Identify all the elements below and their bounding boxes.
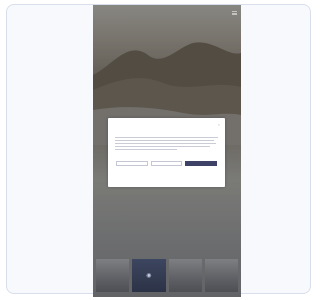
play-icon: ◉ [146,272,152,279]
thumbnail-card[interactable]: ◉ [132,259,166,292]
thumbnail-card[interactable] [204,259,238,292]
thumbnail-card[interactable] [96,259,130,292]
thumbnail-strip: ◉ [96,259,238,292]
reject-cookies-button[interactable] [150,161,183,166]
dialog-logo [108,124,225,125]
thumbnail-card[interactable] [168,259,202,292]
accept-cookies-button[interactable] [185,161,218,166]
cookie-settings-button[interactable] [116,161,148,166]
cookie-consent-dialog: × [108,118,225,187]
consent-button-row [116,161,218,166]
cookie-description [115,137,218,152]
